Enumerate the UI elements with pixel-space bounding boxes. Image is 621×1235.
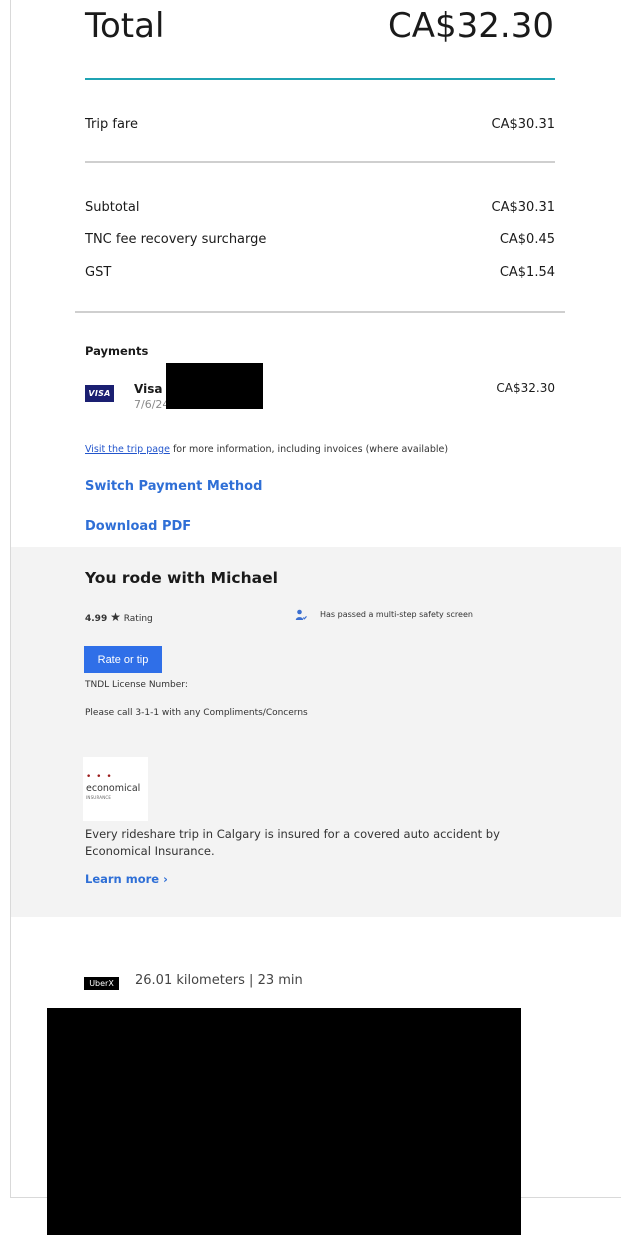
trip-fare-label: Trip fare bbox=[85, 117, 138, 132]
subtotal-value: CA$30.31 bbox=[491, 200, 555, 215]
total-value: CA$32.30 bbox=[388, 6, 554, 46]
license-number-text: TNDL License Number: bbox=[85, 680, 188, 690]
safety-screen-text: Has passed a multi-step safety screen bbox=[320, 610, 473, 619]
tnc-surcharge-value: CA$0.45 bbox=[499, 232, 555, 247]
switch-payment-link[interactable]: Switch Payment Method bbox=[85, 479, 262, 494]
trip-page-line: Visit the trip page for more information… bbox=[85, 444, 448, 455]
trip-page-text: for more information, including invoices… bbox=[169, 444, 449, 455]
total-divider bbox=[85, 78, 555, 80]
logo-wordmark: economical bbox=[86, 783, 141, 794]
person-check-icon bbox=[295, 609, 307, 620]
gst-value: CA$1.54 bbox=[499, 265, 555, 280]
trip-page-link[interactable]: Visit the trip page bbox=[85, 444, 170, 455]
tnc-surcharge-label: TNC fee recovery surcharge bbox=[85, 232, 267, 247]
breakdown-divider bbox=[75, 311, 565, 313]
visa-card-icon: VISA bbox=[85, 385, 114, 402]
uberx-badge: UberX bbox=[84, 977, 119, 990]
rating-value: 4.99 bbox=[85, 614, 108, 624]
trip-stats: 26.01 kilometers | 23 min bbox=[135, 973, 303, 988]
logo-subtitle: INSURANCE bbox=[86, 795, 112, 800]
concerns-text: Please call 3-1-1 with any Compliments/C… bbox=[85, 708, 308, 718]
payments-title: Payments bbox=[85, 344, 149, 358]
trip-fare-value: CA$30.31 bbox=[491, 117, 555, 132]
insurance-text: Every rideshare trip in Calgary is insur… bbox=[85, 827, 500, 858]
rate-or-tip-button[interactable]: Rate or tip bbox=[84, 646, 162, 673]
star-icon: ★ bbox=[110, 610, 121, 624]
economical-insurance-logo: • • • economical INSURANCE bbox=[83, 757, 148, 821]
logo-dots: • • • bbox=[86, 772, 113, 782]
redaction-block bbox=[166, 363, 263, 409]
driver-rating: 4.99 ★ Rating bbox=[85, 610, 153, 624]
rating-label: Rating bbox=[123, 614, 153, 624]
subtotal-label: Subtotal bbox=[85, 200, 140, 215]
driver-title: You rode with Michael bbox=[85, 569, 278, 587]
driver-panel bbox=[11, 547, 621, 917]
learn-more-link[interactable]: Learn more › bbox=[85, 872, 168, 886]
gst-label: GST bbox=[85, 265, 112, 280]
fare-divider bbox=[85, 161, 555, 163]
map-redaction-block bbox=[47, 1008, 521, 1235]
total-label: Total bbox=[85, 6, 165, 46]
download-pdf-link[interactable]: Download PDF bbox=[85, 519, 191, 534]
payment-amount: CA$32.30 bbox=[496, 381, 555, 395]
